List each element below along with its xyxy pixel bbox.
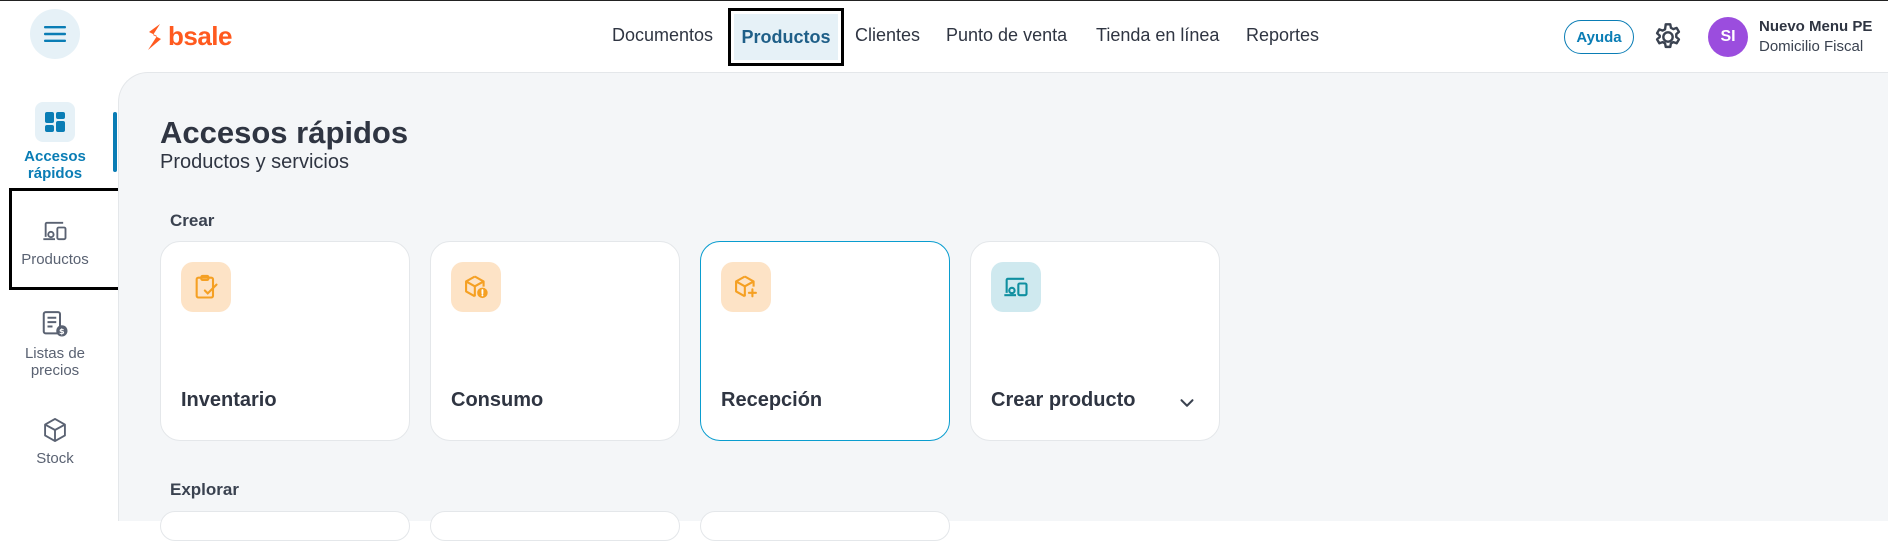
section-crear-label: Crear	[170, 211, 215, 230]
help-button[interactable]: Ayuda	[1564, 20, 1634, 54]
nav-clientes[interactable]: Clientes	[855, 25, 920, 46]
nav-productos[interactable]: Productos	[728, 8, 844, 66]
card-label: Inventario	[181, 389, 277, 411]
sidebar-item-stock[interactable]: Stock	[0, 416, 110, 467]
page-subtitle: Productos y servicios	[160, 151, 349, 173]
price-list-icon: $	[42, 311, 68, 337]
card-crear-producto[interactable]: Crear producto	[970, 241, 1220, 441]
box-plus-icon	[721, 262, 771, 312]
nav-tienda-en-linea[interactable]: Tienda en línea	[1096, 25, 1219, 46]
avatar[interactable]: SI	[1708, 17, 1748, 57]
clipboard-check-icon	[181, 262, 231, 312]
svg-text:$: $	[59, 326, 65, 336]
sidebar-item-label: Accesos rápidos	[24, 148, 86, 182]
card-label: Consumo	[451, 389, 544, 411]
sidebar-productos-highlight	[9, 188, 124, 290]
devices-icon	[991, 262, 1041, 312]
nav-reportes[interactable]: Reportes	[1246, 25, 1319, 46]
sidebar-item-listas-de-precios[interactable]: $ Listas de precios	[0, 309, 110, 379]
sidebar-item-label: Stock	[36, 450, 74, 467]
user-location: Domicilio Fiscal	[1759, 38, 1864, 55]
box-alert-icon	[451, 262, 501, 312]
sidebar-item-label: Listas de precios	[24, 345, 86, 379]
gear-icon[interactable]	[1652, 21, 1684, 53]
card-consumo[interactable]: Consumo	[430, 241, 680, 441]
main-content: Accesos rápidos Productos y servicios Cr…	[118, 72, 1888, 541]
explore-card[interactable]	[700, 511, 950, 541]
card-inventario[interactable]: Inventario	[160, 241, 410, 441]
top-bar: bsale Documentos Productos Clientes Punt…	[0, 0, 1888, 72]
page-title: Accesos rápidos	[160, 115, 409, 150]
explore-card[interactable]	[160, 511, 410, 541]
sidebar-item-accesos-rapidos[interactable]: Accesos rápidos	[0, 102, 110, 182]
nav-punto-de-venta[interactable]: Punto de venta	[946, 25, 1067, 46]
nav-productos-label: Productos	[734, 14, 838, 60]
cube-icon	[44, 417, 66, 443]
chevron-down-icon[interactable]	[1176, 392, 1198, 414]
card-label: Recepción	[721, 389, 823, 411]
section-explorar-label: Explorar	[170, 480, 239, 499]
sidebar: Accesos rápidos Productos $ Listas de pr…	[0, 72, 118, 521]
explore-card[interactable]	[430, 511, 680, 541]
user-name[interactable]: Nuevo Menu PE	[1759, 18, 1872, 35]
sidebar-active-indicator	[113, 112, 117, 172]
dashboard-icon	[35, 102, 75, 142]
nav-documentos[interactable]: Documentos	[612, 25, 713, 46]
card-recepcion[interactable]: Recepción	[700, 241, 950, 441]
card-label: Crear producto	[991, 389, 1136, 411]
